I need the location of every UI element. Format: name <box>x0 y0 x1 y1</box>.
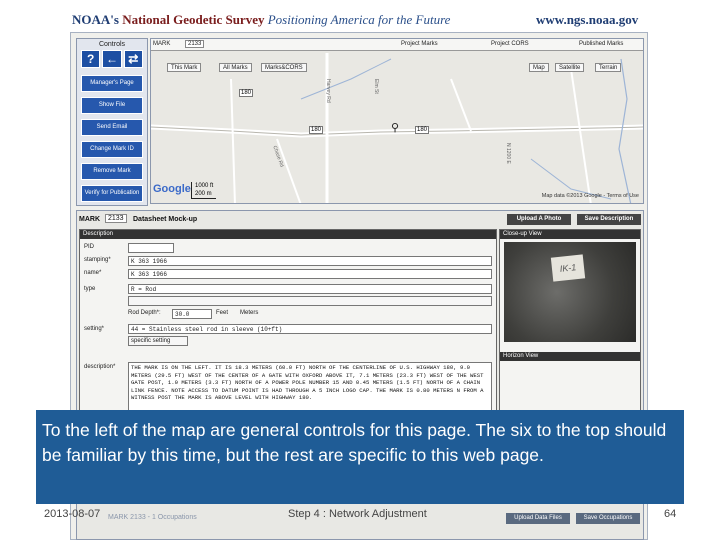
change-mark-id-button[interactable]: Change Mark ID <box>81 141 143 158</box>
footer-date: 2013-08-07 <box>44 508 101 520</box>
tab-all-marks[interactable]: All Marks <box>219 63 252 72</box>
photo-panel: Close-up View IK-1 Horizon View <box>499 229 641 429</box>
scale-meters: 200 m <box>195 191 212 197</box>
type-subselect[interactable] <box>128 296 492 306</box>
controls-title: Controls <box>98 41 126 48</box>
road-shield: 180 <box>309 126 324 134</box>
agency-name: NOAA's <box>72 12 119 27</box>
header-url-link[interactable]: www.ngs.noaa.gov <box>536 12 638 28</box>
map-mark-label: MARK <box>153 41 171 47</box>
verify-publication-button[interactable]: Verify for Publication <box>81 185 143 202</box>
controls-panel: Controls ? ← ⇄ Manager's Page Show File … <box>76 38 148 206</box>
maptype-map[interactable]: Map <box>529 63 549 72</box>
map-attribution[interactable]: Map data ©2013 Google - Terms of Use <box>542 193 639 199</box>
tagline: Positioning America for the Future <box>267 12 451 27</box>
datasheet-mark-label: MARK <box>79 216 100 223</box>
back-arrow-icon[interactable]: ← <box>102 50 122 68</box>
feet-radio[interactable]: Feet <box>216 310 228 316</box>
map-view[interactable]: MARK 2133 Project Marks Project CORS Pub… <box>150 38 644 204</box>
specific-setting-field[interactable]: specific setting <box>128 336 188 346</box>
map-toolbar: MARK 2133 Project Marks Project CORS Pub… <box>151 39 643 51</box>
name-label: name* <box>84 270 102 276</box>
pid-label: PID <box>84 244 95 250</box>
survey-name: National Geodetic Survey <box>122 12 265 27</box>
road-shield: 180 <box>415 126 430 134</box>
description-header: Description <box>80 230 496 239</box>
help-icon[interactable]: ? <box>81 50 101 68</box>
photo-note: IK-1 <box>550 254 586 282</box>
datasheet-mark-select[interactable]: 2133 <box>105 214 127 223</box>
footer-title: Step 4 : Network Adjustment <box>288 508 427 520</box>
type-label: type <box>84 286 96 292</box>
page-header: NOAA's National Geodetic Survey Position… <box>0 0 720 32</box>
setting-select[interactable]: 44 = Stainless steel rod in sleeve (10+f… <box>128 324 492 334</box>
road-shield: 180 <box>239 89 254 97</box>
maptype-terrain[interactable]: Terrain <box>595 63 622 72</box>
send-email-button[interactable]: Send Email <box>81 119 143 136</box>
stamping-field[interactable]: K 363 1966 <box>128 256 492 266</box>
mark-pin-icon[interactable]: ⚲ <box>391 121 399 134</box>
swap-icon[interactable]: ⇄ <box>123 50 143 68</box>
description-panel: Description PID stamping* K 363 1966 nam… <box>79 229 497 429</box>
close-up-header: Close-up View <box>500 230 640 239</box>
check-project-cors[interactable]: Project CORS <box>491 41 529 47</box>
close-up-photo: IK-1 <box>504 242 636 342</box>
save-occupations-button[interactable]: Save Occupations <box>576 513 640 524</box>
map-scale: 1000 ft 200 m <box>191 182 217 199</box>
slide-caption: To the left of the map are general contr… <box>42 420 667 465</box>
tab-this-mark[interactable]: This Mark <box>167 63 202 72</box>
footer-occupations: MARK 2133 - 1 Occupations <box>108 514 197 521</box>
road-label: N 1200 E <box>505 143 511 164</box>
upload-data-files-button[interactable]: Upload Data Files <box>506 513 570 524</box>
pid-field[interactable] <box>128 243 174 253</box>
save-description-button[interactable]: Save Description <box>577 214 641 225</box>
tab-marks-cors[interactable]: Marks&CORS <box>261 63 307 72</box>
scale-feet: 1000 ft <box>195 183 214 189</box>
upload-photo-button[interactable]: Upload A Photo <box>507 214 571 225</box>
google-logo: Google <box>153 183 191 195</box>
name-field[interactable]: K 363 1966 <box>128 269 492 279</box>
controls-icon-row: ? ← ⇄ <box>81 50 143 68</box>
road-label: Elm St <box>373 79 379 94</box>
setting-label: setting* <box>84 326 105 332</box>
horizon-view-header: Horizon View <box>500 352 640 361</box>
remove-mark-button[interactable]: Remove Mark <box>81 163 143 180</box>
rod-depth-field[interactable]: 30.0 <box>172 309 212 319</box>
description-label: description* <box>84 364 116 370</box>
check-project-marks[interactable]: Project Marks <box>401 41 438 47</box>
type-select[interactable]: R = Rod <box>128 284 492 294</box>
road-label: Harvey Rd <box>325 79 331 103</box>
datasheet-bar: MARK 2133 Datasheet Mock-up Upload A Pho… <box>77 211 643 227</box>
managers-page-button[interactable]: Manager's Page <box>81 75 143 92</box>
check-published-marks[interactable]: Published Marks <box>579 41 623 47</box>
header-title: NOAA's National Geodetic Survey Position… <box>72 12 450 28</box>
meters-radio[interactable]: Meters <box>240 310 258 316</box>
rod-depth-label: Rod Depth*: <box>128 310 161 316</box>
show-file-button[interactable]: Show File <box>81 97 143 114</box>
slide-caption-box: To the left of the map are general contr… <box>36 410 684 504</box>
stamping-label: stamping* <box>84 257 111 263</box>
page-number: 64 <box>664 508 677 520</box>
maptype-satellite[interactable]: Satellite <box>555 63 585 72</box>
map-mark-select[interactable]: 2133 <box>185 40 205 48</box>
datasheet-title: Datasheet Mock-up <box>133 216 198 223</box>
